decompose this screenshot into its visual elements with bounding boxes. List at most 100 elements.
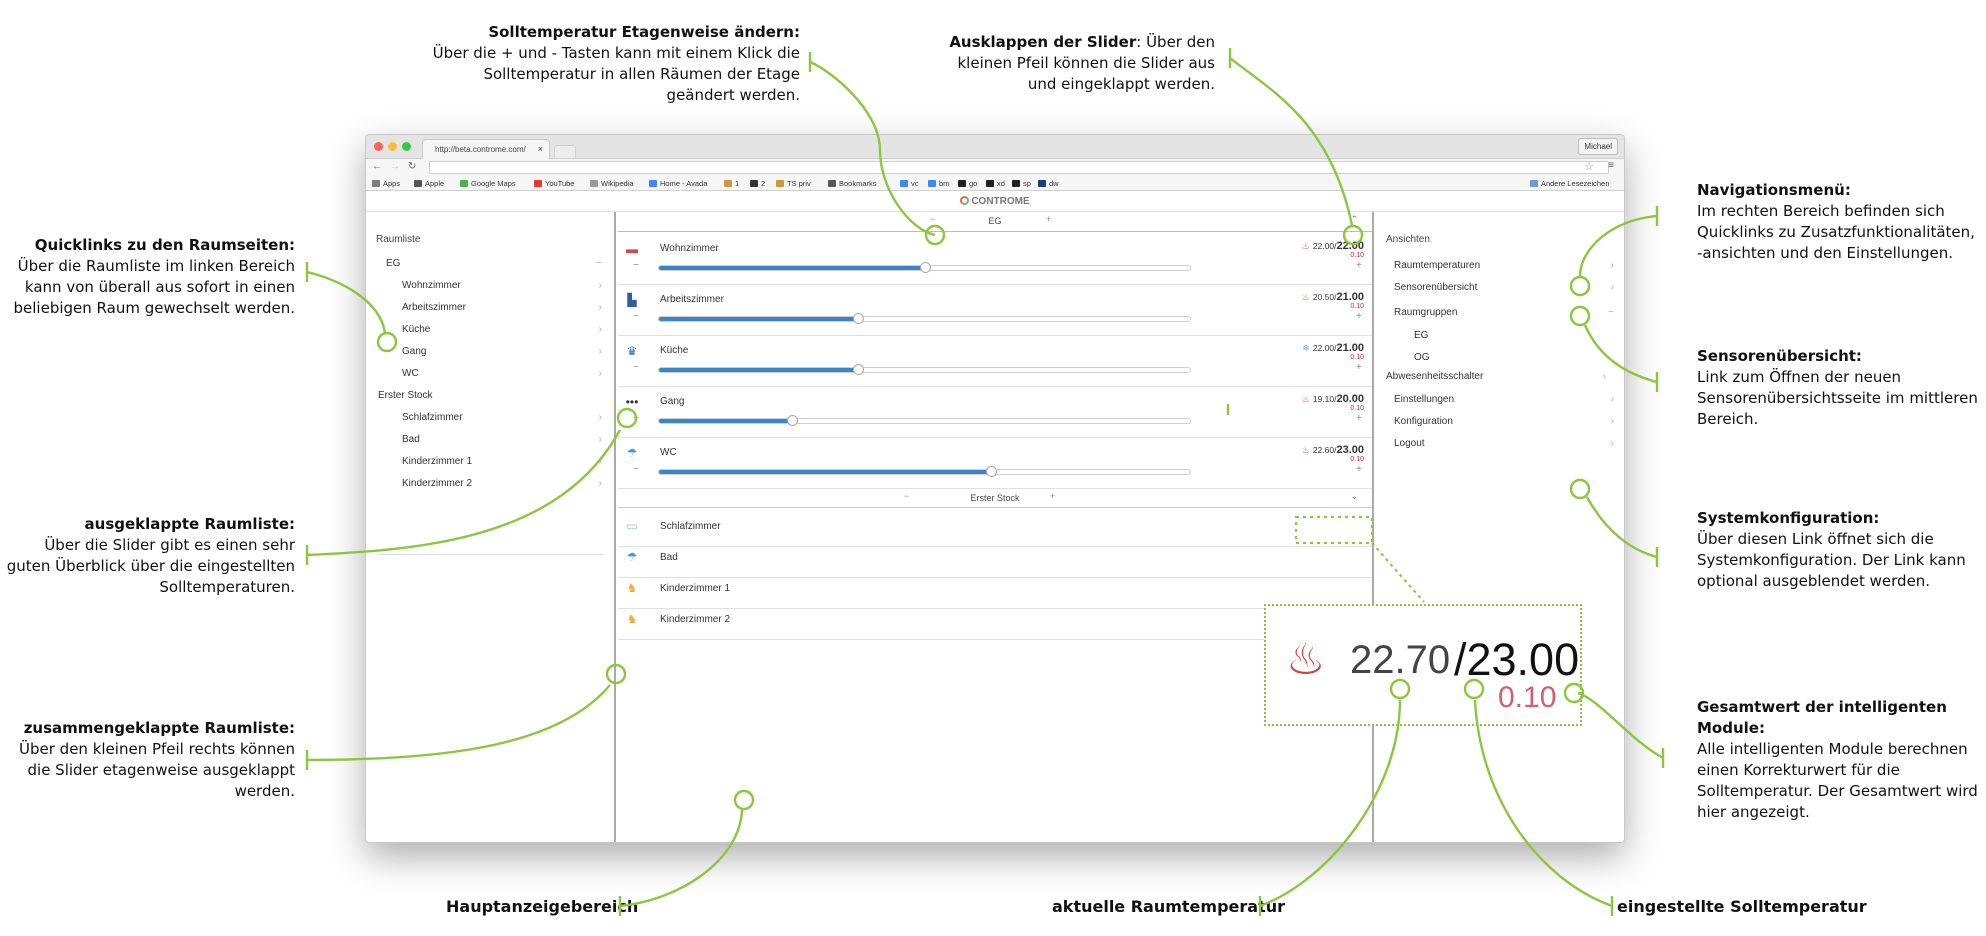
room-link-arbeitszimmer[interactable]: Arbeitszimmer › [378, 302, 604, 322]
decrease-button[interactable]: − [633, 362, 639, 373]
bookmark-label: xd [997, 179, 1005, 188]
bookmark-vc[interactable]: vc [900, 179, 919, 188]
annotation-expanded-list: ausgeklappte Raumliste: Über die Slider g… [0, 514, 295, 598]
bookmark-apple[interactable]: Apple [414, 179, 444, 188]
room-list-sidebar: Raumliste EG − Wohnzimmer › Arbeitszimmer › Kü… [366, 212, 616, 842]
bookmark-other[interactable]: Andere Lesezeichen [1530, 179, 1609, 188]
slider-handle[interactable] [919, 262, 931, 273]
nav-item-raumgruppen[interactable]: Raumgruppen − [1394, 307, 1614, 325]
slider-handle[interactable] [786, 415, 798, 426]
floor-plus-button[interactable]: + [1046, 214, 1051, 224]
nav-item-eg-group[interactable]: EG› [1414, 330, 1624, 348]
bookmark-google-maps[interactable]: Google Maps [460, 179, 516, 188]
room-name[interactable]: Arbeitszimmer [660, 294, 724, 305]
minus-icon[interactable]: − [596, 258, 602, 269]
back-icon[interactable]: ← [372, 161, 382, 172]
expand-icon[interactable]: ⌄ [1350, 491, 1358, 502]
nav-item-label: Logout [1394, 438, 1425, 449]
room-group-erster-stock[interactable]: Erster Stock [378, 390, 604, 410]
minimize-window-button[interactable] [388, 142, 397, 151]
nav-item-abwesenheitsschalter[interactable]: Abwesenheitsschalter › [1386, 371, 1606, 389]
temperature-slider[interactable] [658, 415, 1191, 426]
room-link-wc[interactable]: WC › [378, 368, 604, 388]
nav-item-logout[interactable]: Logout › [1394, 438, 1614, 456]
nav-item-sensorenuebersicht[interactable]: Sensorenübersicht › [1394, 282, 1614, 300]
bookmark-wikipedia[interactable]: Wikipedia [590, 179, 634, 188]
room-name[interactable]: Bad [660, 552, 678, 563]
room-link-kinderzimmer-2[interactable]: Kinderzimmer 2 › [378, 478, 604, 498]
zoom-window-button[interactable] [402, 142, 411, 151]
increase-button[interactable]: + [1356, 260, 1362, 271]
room-name[interactable]: WC [660, 447, 677, 458]
bookmark-2[interactable]: 2 [750, 179, 765, 188]
url-input[interactable] [429, 161, 1609, 174]
room-name[interactable]: Kinderzimmer 1 [660, 583, 730, 594]
decrease-button[interactable]: − [633, 413, 639, 424]
bookmark-home-avada[interactable]: Home - Avada [649, 179, 707, 188]
increase-button[interactable]: + [1356, 413, 1362, 424]
nav-item-konfiguration[interactable]: Konfiguration › [1394, 416, 1614, 434]
bookmark-label: Google Maps [471, 179, 516, 188]
target-temp: 23.00 [1336, 444, 1364, 456]
reload-icon[interactable]: ↻ [408, 161, 416, 172]
room-link-gang[interactable]: Gang › [378, 346, 604, 366]
nav-item-raumtemperaturen[interactable]: Raumtemperaturen › [1394, 260, 1614, 278]
bookmark-1[interactable]: 1 [724, 179, 739, 188]
decrease-button[interactable]: − [633, 260, 639, 271]
room-name[interactable]: Gang [660, 396, 684, 407]
temperature-slider[interactable] [658, 262, 1191, 273]
room-link-kueche[interactable]: Küche › [378, 324, 604, 344]
folder-icon [776, 180, 784, 187]
nav-item-og-group[interactable]: OG› [1414, 352, 1624, 370]
bookmark-youtube[interactable]: YouTube [534, 179, 574, 188]
slider-handle[interactable] [985, 466, 997, 477]
bookmark-sp[interactable]: sp [1012, 179, 1031, 188]
room-name[interactable]: Kinderzimmer 2 [660, 614, 730, 625]
bookmark-ts-priv[interactable]: TS priv [776, 179, 811, 188]
slider-handle[interactable] [853, 364, 865, 375]
browser-tab[interactable]: http://beta.controme.com/ × [422, 139, 550, 159]
room-group-label: Erster Stock [378, 390, 433, 401]
room-name[interactable]: Wohnzimmer [660, 243, 719, 254]
room-name[interactable]: Küche [660, 345, 688, 356]
module-value: 0.10 [1350, 303, 1364, 310]
close-tab-icon[interactable]: × [538, 144, 543, 154]
room-link-wohnzimmer[interactable]: Wohnzimmer › [378, 280, 604, 300]
xd-icon [986, 180, 994, 187]
forward-icon[interactable]: → [390, 161, 400, 172]
bookmark-bookmarks[interactable]: Bookmarks [828, 179, 877, 188]
shower-icon: ☂ [626, 550, 638, 564]
bookmark-apps[interactable]: Apps [372, 179, 400, 188]
bookmark-dw[interactable]: dw [1038, 179, 1059, 188]
bookmark-go[interactable]: go [958, 179, 977, 188]
bookmark-xd[interactable]: xd [986, 179, 1005, 188]
room-group-eg[interactable]: EG − [378, 258, 604, 278]
room-link-schlafzimmer[interactable]: Schlafzimmer › [378, 412, 604, 432]
nav-item-label: Einstellungen [1394, 394, 1455, 405]
annotation-quicklinks: Quicklinks zu den Raumseiten: Über die Ra… [0, 235, 295, 319]
decrease-button[interactable]: − [633, 311, 639, 322]
floor-plus-button[interactable]: + [1050, 491, 1055, 501]
room-name[interactable]: Schlafzimmer [660, 521, 721, 532]
temperature-slider[interactable] [658, 364, 1191, 375]
collapse-icon[interactable]: ⌃ [1350, 214, 1358, 225]
star-icon[interactable]: ☆ [1584, 160, 1594, 173]
room-link-kinderzimmer-1[interactable]: Kinderzimmer 1 › [378, 456, 604, 476]
increase-button[interactable]: + [1356, 311, 1362, 322]
annotation-body: Über den kleinen Pfeil rechts können die… [19, 740, 295, 800]
temperature-slider[interactable] [658, 313, 1191, 324]
nav-item-label: Raumtemperaturen [1394, 260, 1481, 271]
increase-button[interactable]: + [1356, 362, 1362, 373]
close-window-button[interactable] [374, 142, 383, 151]
menu-icon[interactable]: ≡ [1608, 160, 1614, 171]
profile-button[interactable]: Michael [1578, 138, 1618, 155]
temperature-display: ♨ 22.00/22.00 0.10 [1302, 240, 1364, 260]
nav-item-einstellungen[interactable]: Einstellungen › [1394, 394, 1614, 412]
new-tab-button[interactable] [554, 145, 576, 159]
increase-button[interactable]: + [1356, 464, 1362, 475]
room-link-bad[interactable]: Bad › [378, 434, 604, 454]
bookmark-bm[interactable]: bm [928, 179, 949, 188]
temperature-slider[interactable] [658, 466, 1191, 477]
decrease-button[interactable]: − [633, 464, 639, 475]
slider-handle[interactable] [853, 313, 865, 324]
